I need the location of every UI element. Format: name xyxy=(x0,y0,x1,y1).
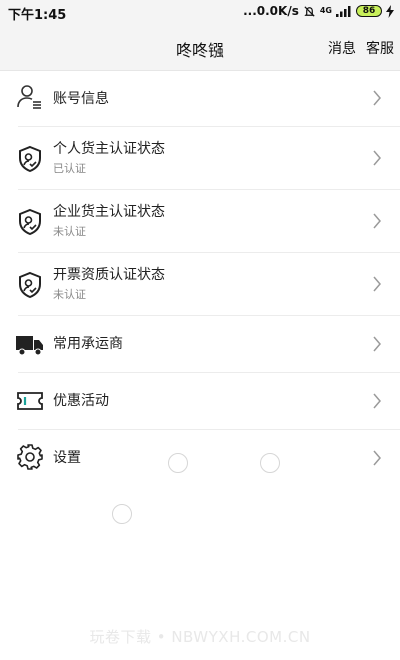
status-bar: 下午1:45 ...0.0K/s 4G 86 xyxy=(0,0,400,26)
menu-item-invoice-qualification-auth[interactable]: 开票资质认证状态 未认证 xyxy=(0,253,400,316)
menu-item-text: 账号信息 xyxy=(53,90,109,108)
menu-item-title: 常用承运商 xyxy=(53,336,123,352)
menu-item-settings[interactable]: 设置 xyxy=(0,430,400,487)
loading-circle xyxy=(168,453,188,473)
shield-badge-icon xyxy=(19,271,41,299)
signal-icon xyxy=(336,6,351,17)
auth-status-text: 已认证 xyxy=(53,162,86,175)
menu-item-text: 企业货主认证状态 未认证 xyxy=(53,203,165,240)
network-speed: ...0.0K/s xyxy=(243,4,299,18)
menu-item-promotions[interactable]: 优惠活动 xyxy=(0,373,400,430)
menu-item-title: 开票资质认证状态 xyxy=(53,267,165,283)
status-indicators: ...0.0K/s 4G 86 xyxy=(243,4,394,18)
customer-service-button[interactable]: 客服 xyxy=(366,38,394,58)
loading-circle xyxy=(112,504,132,524)
menu-item-title: 账号信息 xyxy=(53,91,109,107)
chevron-right-icon xyxy=(373,336,381,352)
header-bar: 咚咚镪 消息 客服 xyxy=(0,26,400,71)
shield-badge-icon xyxy=(19,208,41,236)
menu-item-title: 企业货主认证状态 xyxy=(53,204,165,220)
menu-list: 账号信息 个人货主认证状态 已认证 企业货主认证状态 未认证 开票资质认证状态 … xyxy=(0,71,400,487)
menu-item-text: 常用承运商 xyxy=(53,335,123,353)
menu-item-text: 开票资质认证状态 未认证 xyxy=(53,266,165,303)
messages-button[interactable]: 消息 xyxy=(328,38,356,58)
menu-item-title: 个人货主认证状态 xyxy=(53,141,165,157)
gear-icon xyxy=(17,444,43,470)
chevron-right-icon xyxy=(373,213,381,229)
shield-badge-icon xyxy=(19,145,41,173)
auth-status-text: 未认证 xyxy=(53,225,86,238)
chevron-right-icon xyxy=(373,276,381,292)
menu-item-text: 个人货主认证状态 已认证 xyxy=(53,140,165,177)
loading-circle xyxy=(260,453,280,473)
chevron-right-icon xyxy=(373,393,381,409)
charging-bolt-icon xyxy=(386,4,394,18)
status-time: 下午1:45 xyxy=(8,8,67,23)
menu-item-common-carriers[interactable]: 常用承运商 xyxy=(0,316,400,373)
header-actions: 消息 客服 xyxy=(328,38,394,58)
mute-icon xyxy=(304,5,315,17)
menu-item-text: 设置 xyxy=(53,449,81,467)
menu-item-title: 设置 xyxy=(53,450,81,466)
user-list-icon xyxy=(17,85,41,109)
chevron-right-icon xyxy=(373,90,381,106)
chevron-right-icon xyxy=(373,450,381,466)
watermark: 玩卷下载 • NBWYXH.COM.CN xyxy=(89,628,311,646)
auth-status-text: 未认证 xyxy=(53,288,86,301)
network-type: 4G xyxy=(319,6,332,15)
app-screen: 下午1:45 ...0.0K/s 4G 86 咚咚镪 消息 客服 账号信息 个人… xyxy=(0,0,400,660)
menu-item-personal-shipper-auth[interactable]: 个人货主认证状态 已认证 xyxy=(0,127,400,190)
chevron-right-icon xyxy=(373,150,381,166)
menu-item-enterprise-shipper-auth[interactable]: 企业货主认证状态 未认证 xyxy=(0,190,400,253)
truck-icon xyxy=(16,336,43,356)
battery-indicator: 86 xyxy=(356,5,382,17)
menu-item-account-info[interactable]: 账号信息 xyxy=(0,71,400,127)
menu-item-text: 优惠活动 xyxy=(53,392,109,410)
menu-item-title: 优惠活动 xyxy=(53,393,109,409)
ticket-icon xyxy=(17,392,43,410)
